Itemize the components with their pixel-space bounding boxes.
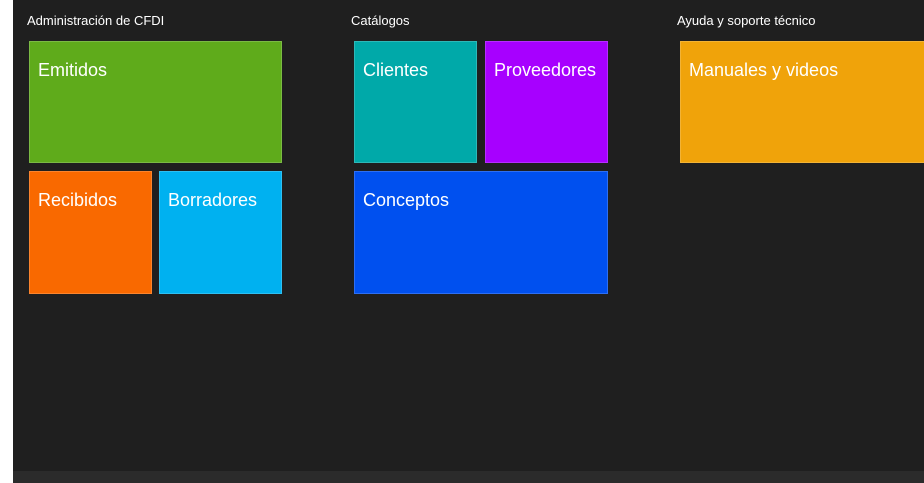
tile-conceptos[interactable]: Conceptos <box>354 171 608 294</box>
tile-proveedores-label: Proveedores <box>494 60 597 80</box>
tile-recibidos-label: Recibidos <box>38 190 118 210</box>
tile-clientes[interactable]: Clientes <box>354 41 477 163</box>
group-title-admin: Administración de CFDI <box>27 13 165 28</box>
tile-borradores-label: Borradores <box>168 190 258 210</box>
tile-borradores[interactable]: Borradores <box>159 171 282 294</box>
tile-manuales-label: Manuales y videos <box>689 60 839 80</box>
tile-manuales[interactable]: Manuales y videos <box>680 41 924 163</box>
bottom-bar <box>13 471 924 483</box>
tile-conceptos-label: Conceptos <box>363 190 450 210</box>
tile-recibidos[interactable]: Recibidos <box>29 171 152 294</box>
tile-emitidos[interactable]: Emitidos <box>29 41 282 163</box>
group-title-catalogos: Catálogos <box>351 13 410 28</box>
tile-proveedores[interactable]: Proveedores <box>485 41 608 163</box>
group-title-ayuda: Ayuda y soporte técnico <box>677 13 816 28</box>
start-screen: Administración de CFDI Emitidos Recibido… <box>13 0 924 483</box>
tile-emitidos-label: Emitidos <box>38 60 108 80</box>
tile-clientes-label: Clientes <box>363 60 429 80</box>
